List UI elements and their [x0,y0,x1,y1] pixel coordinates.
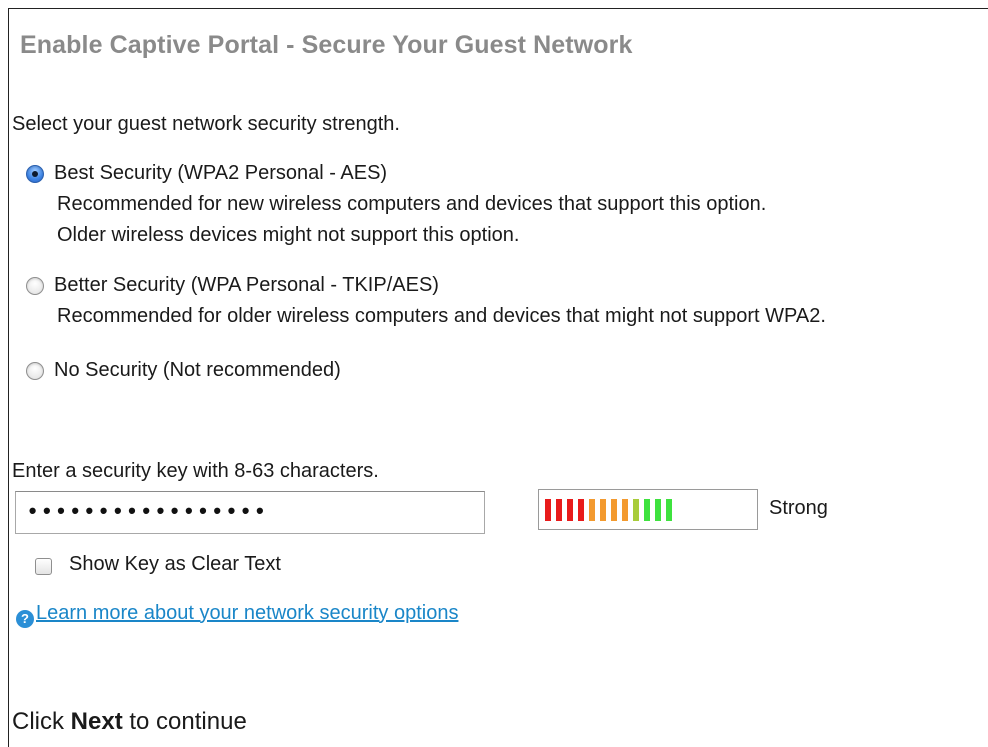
option-best-security-desc-2: Older wireless devices might not support… [57,224,520,246]
show-key-toggle[interactable]: Show Key as Clear Text [35,553,281,576]
page-title: Enable Captive Portal - Secure Your Gues… [20,31,633,59]
strength-bar [666,498,672,521]
show-key-label: Show Key as Clear Text [69,553,281,575]
option-better-security-label: Better Security (WPA Personal - TKIP/AES… [54,274,439,296]
radio-better-security[interactable] [26,276,44,295]
radio-no-security[interactable] [26,361,44,380]
help-link-row[interactable]: ? Learn more about your network security… [16,598,458,628]
strength-bar [556,498,562,521]
option-best-security-label: Best Security (WPA2 Personal - AES) [54,162,388,184]
continue-suffix: to continue [122,708,247,735]
strength-meter [538,489,758,530]
security-strength-prompt: Select your guest network security stren… [12,113,400,135]
option-better-security-desc-1: Recommended for older wireless computers… [57,305,826,327]
strength-bar [622,498,628,521]
strength-bar [589,498,595,521]
strength-bar [655,498,661,521]
security-key-input[interactable] [15,491,485,534]
option-no-security-label: No Security (Not recommended) [54,359,341,381]
option-best-security[interactable]: Best Security (WPA2 Personal - AES) Reco… [26,158,766,251]
radio-best-security[interactable] [26,164,44,183]
option-no-security[interactable]: No Security (Not recommended) [26,355,341,386]
continue-prefix: Click [12,708,71,735]
help-circle-icon[interactable]: ? [16,610,34,628]
strength-label: Strong [769,497,828,519]
strength-bar [545,498,551,521]
next-keyword: Next [70,708,123,735]
option-best-security-desc-1: Recommended for new wireless computers a… [57,193,767,215]
strength-bar [578,498,584,521]
show-key-checkbox[interactable] [35,557,52,575]
strength-bar [600,498,606,521]
strength-bar [567,498,573,521]
strength-bar [611,498,617,521]
continue-instruction: Click Next to continue [12,708,247,736]
strength-bar [644,498,650,521]
strength-bar [633,498,639,521]
security-key-label: Enter a security key with 8-63 character… [12,460,379,482]
option-better-security[interactable]: Better Security (WPA Personal - TKIP/AES… [26,270,826,332]
security-options-help-link[interactable]: Learn more about your network security o… [36,602,458,625]
